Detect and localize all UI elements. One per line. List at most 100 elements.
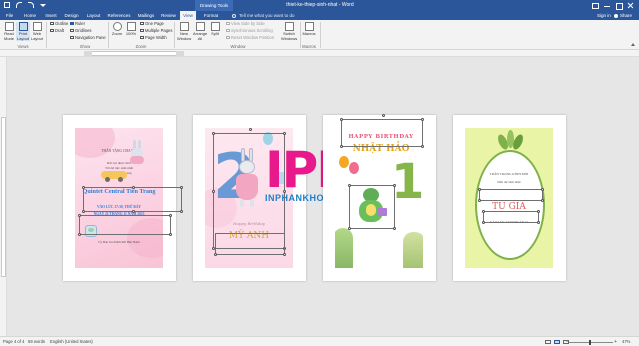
zoom-level[interactable]: 47% bbox=[622, 337, 630, 346]
resize-handle[interactable] bbox=[482, 221, 485, 224]
tell-me-box[interactable]: Tell me what you want to do bbox=[232, 11, 295, 20]
selected-wordart[interactable] bbox=[340, 114, 424, 148]
vertical-ruler[interactable] bbox=[0, 57, 7, 336]
resize-handle[interactable] bbox=[169, 214, 172, 217]
resize-handle[interactable] bbox=[340, 145, 343, 148]
language-indicator[interactable]: English (United States) bbox=[50, 337, 93, 346]
ribbon-display-options-icon[interactable] bbox=[589, 0, 601, 11]
resize-handle[interactable] bbox=[180, 186, 183, 189]
navigation-pane-checkbox[interactable]: Navigation Pane bbox=[70, 35, 106, 40]
resize-handle[interactable] bbox=[482, 210, 485, 213]
collapse-ribbon-icon[interactable] bbox=[631, 43, 635, 46]
resize-handle[interactable] bbox=[180, 210, 183, 213]
gridlines-checkbox[interactable]: Gridlines bbox=[70, 28, 92, 33]
tab-references[interactable]: References bbox=[105, 11, 133, 20]
resize-handle[interactable] bbox=[78, 214, 81, 217]
resize-handle[interactable] bbox=[283, 253, 286, 256]
zoom-slider-thumb[interactable] bbox=[589, 339, 591, 345]
resize-handle[interactable] bbox=[214, 253, 217, 256]
resize-handle[interactable] bbox=[169, 233, 172, 236]
resize-handle[interactable] bbox=[541, 199, 544, 202]
resize-handle[interactable] bbox=[212, 190, 215, 193]
resize-handle[interactable] bbox=[393, 184, 396, 187]
document-canvas[interactable]: THÂN TẶNG CHA MẸ Rất vui được mời Tới dự… bbox=[7, 57, 639, 336]
resize-handle[interactable] bbox=[537, 210, 540, 213]
macros-button[interactable]: Macros bbox=[302, 22, 316, 37]
close-icon[interactable] bbox=[625, 0, 637, 11]
share-button[interactable]: Share bbox=[614, 11, 632, 20]
sign-in-link[interactable]: Sign in bbox=[597, 11, 611, 20]
page-4[interactable]: TRÂN TRỌNG KÍNH MỜI Đến dự sinh nhật TÚ … bbox=[453, 115, 566, 281]
zoom-button[interactable]: Zoom bbox=[110, 22, 124, 37]
resize-handle[interactable] bbox=[78, 233, 81, 236]
tab-file[interactable]: File bbox=[2, 11, 17, 20]
selected-image[interactable] bbox=[348, 184, 396, 230]
minimize-icon[interactable] bbox=[601, 0, 613, 11]
resize-handle[interactable] bbox=[393, 227, 396, 230]
print-layout-view-icon[interactable] bbox=[554, 340, 560, 344]
read-mode-button[interactable]: Read Mode bbox=[2, 22, 16, 41]
selected-textbox[interactable] bbox=[214, 233, 286, 256]
zoom-100-button[interactable]: 100% bbox=[124, 22, 138, 37]
tab-home[interactable]: Home bbox=[21, 11, 39, 20]
synchronous-scrolling-button[interactable]: Synchronous Scrolling bbox=[226, 28, 273, 33]
switch-windows-button[interactable]: Switch Windows bbox=[281, 22, 297, 41]
selected-textbox[interactable] bbox=[478, 188, 544, 202]
selected-textbox[interactable] bbox=[482, 210, 540, 224]
new-window-button[interactable]: New Window bbox=[177, 22, 191, 41]
resize-handle[interactable] bbox=[537, 221, 540, 224]
resize-handle[interactable] bbox=[212, 132, 215, 135]
resize-handle[interactable] bbox=[132, 186, 135, 189]
tab-view[interactable]: View bbox=[180, 11, 196, 20]
selected-textbox[interactable] bbox=[82, 186, 183, 213]
resize-handle[interactable] bbox=[340, 118, 343, 121]
print-layout-button[interactable]: Print Layout bbox=[16, 22, 30, 41]
tab-review[interactable]: Review bbox=[159, 11, 178, 20]
resize-handle[interactable] bbox=[478, 199, 481, 202]
read-mode-view-icon[interactable] bbox=[545, 340, 551, 344]
resize-handle[interactable] bbox=[283, 132, 286, 135]
page-3[interactable]: HAPPY BIRTHDAY NHẬT HẢO 1 bbox=[323, 114, 436, 281]
resize-handle[interactable] bbox=[82, 210, 85, 213]
multiple-pages-button[interactable]: Multiple Pages bbox=[140, 28, 172, 33]
page-width-button[interactable]: Page Width bbox=[140, 35, 167, 40]
resize-handle[interactable] bbox=[421, 145, 424, 148]
view-side-by-side-button[interactable]: View Side by Side bbox=[226, 21, 265, 26]
resize-handle[interactable] bbox=[132, 210, 135, 213]
zoom-slider[interactable] bbox=[569, 341, 613, 343]
resize-handle[interactable] bbox=[541, 188, 544, 191]
resize-handle[interactable] bbox=[82, 186, 85, 189]
split-icon bbox=[210, 22, 220, 31]
one-page-button[interactable]: One Page bbox=[140, 21, 164, 26]
undo-icon[interactable] bbox=[16, 2, 22, 8]
rotate-handle-icon[interactable] bbox=[382, 114, 385, 117]
page-1[interactable]: THÂN TẶNG CHA MẸ Rất vui được mời Tới dự… bbox=[63, 115, 183, 281]
selected-textbox[interactable] bbox=[78, 214, 172, 236]
draft-checkbox[interactable]: Draft bbox=[50, 28, 64, 33]
web-layout-button[interactable]: Web Layout bbox=[30, 22, 44, 41]
save-icon[interactable] bbox=[4, 2, 10, 8]
tab-insert[interactable]: Insert bbox=[42, 11, 60, 20]
resize-handle[interactable] bbox=[348, 184, 351, 187]
navigation-pane-label: Navigation Pane bbox=[75, 35, 106, 40]
tab-format[interactable]: Format bbox=[200, 11, 222, 20]
horizontal-ruler[interactable] bbox=[0, 50, 639, 57]
arrange-all-button[interactable]: Arrange All bbox=[193, 22, 207, 41]
redo-icon[interactable] bbox=[28, 2, 34, 8]
word-count[interactable]: 59 words bbox=[28, 337, 45, 346]
outline-checkbox[interactable]: Outline bbox=[50, 21, 68, 26]
rotate-handle-icon[interactable] bbox=[249, 128, 252, 131]
resize-handle[interactable] bbox=[421, 118, 424, 121]
ruler-checkbox[interactable]: Ruler bbox=[70, 21, 85, 26]
resize-handle[interactable] bbox=[478, 188, 481, 191]
page-count[interactable]: Page 4 of 4 bbox=[3, 337, 24, 346]
tab-mailings[interactable]: Mailings bbox=[135, 11, 157, 20]
reset-window-position-button[interactable]: Reset Window Position bbox=[226, 35, 274, 40]
resize-handle[interactable] bbox=[348, 227, 351, 230]
maximize-icon[interactable] bbox=[613, 0, 625, 11]
tab-layout[interactable]: Layout bbox=[84, 11, 103, 20]
customize-qat-icon[interactable] bbox=[40, 4, 46, 7]
zoom-in-icon[interactable]: + bbox=[614, 337, 617, 346]
split-button[interactable]: Split bbox=[208, 22, 222, 37]
tab-design[interactable]: Design bbox=[62, 11, 81, 20]
